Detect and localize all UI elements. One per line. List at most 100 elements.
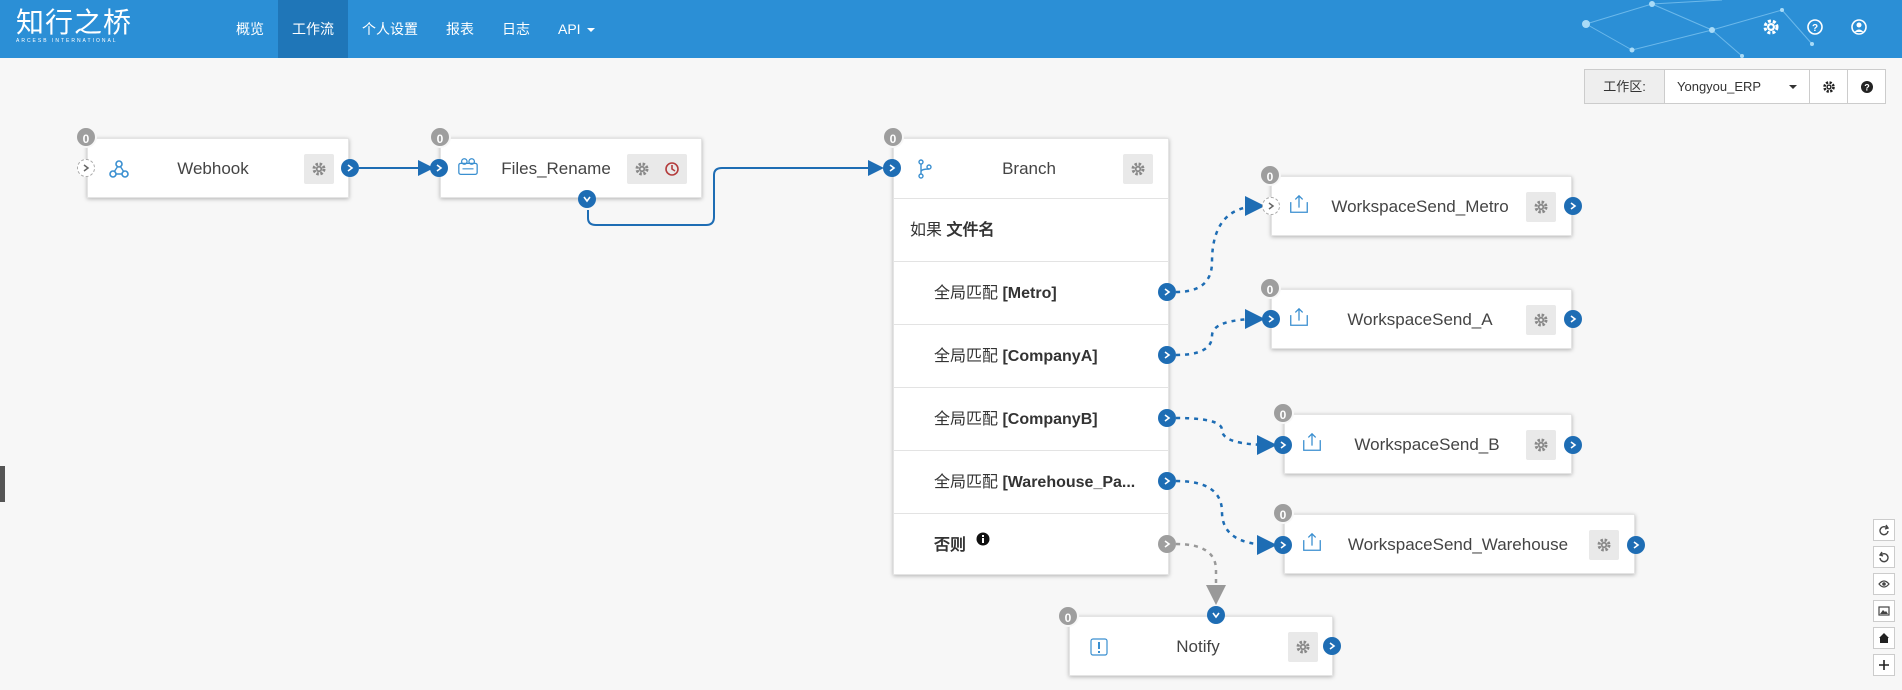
node-settings-button[interactable] xyxy=(304,154,334,184)
input-port[interactable] xyxy=(1262,310,1280,328)
gear-icon xyxy=(1131,162,1145,176)
node-title: WorkspaceSend_B xyxy=(1354,435,1500,454)
sidebar-toggle[interactable] xyxy=(0,466,5,502)
chevron-right-icon xyxy=(1164,414,1171,422)
preview-button[interactable] xyxy=(1873,573,1895,595)
output-port[interactable] xyxy=(1323,637,1341,655)
upload-icon xyxy=(1303,532,1321,551)
case-value: [CompanyA] xyxy=(1002,348,1098,365)
output-port[interactable] xyxy=(1627,536,1645,554)
node-title: WorkspaceSend_A xyxy=(1347,310,1493,329)
node-webhook[interactable]: Webhook xyxy=(87,138,349,198)
output-port-metro[interactable] xyxy=(1158,283,1176,301)
output-port[interactable] xyxy=(341,159,359,177)
input-port[interactable] xyxy=(77,159,95,177)
home-icon xyxy=(1879,633,1889,643)
clock-icon xyxy=(665,162,679,176)
node-title: WorkspaceSend_Warehouse xyxy=(1347,535,1569,554)
node-settings-button[interactable] xyxy=(1589,530,1619,560)
output-port[interactable] xyxy=(1564,197,1582,215)
chevron-right-icon xyxy=(1164,288,1171,296)
branch-case-warehouse[interactable]: 全局匹配 [Warehouse_Pa... xyxy=(894,450,1168,513)
match-label: 全局匹配 xyxy=(934,348,999,365)
gear-icon xyxy=(1534,313,1548,327)
chevron-right-icon xyxy=(1268,315,1275,323)
connection-warehouse[interactable] xyxy=(1175,479,1277,555)
node-settings-button[interactable] xyxy=(627,154,687,184)
node-title: WorkspaceSend_Metro xyxy=(1331,197,1509,216)
node-title: Files_Rename xyxy=(501,159,611,178)
node-branch[interactable]: Branch 如果 文件名 全局匹配 [Metro] 全局匹配 [Company… xyxy=(893,138,1169,575)
node-settings-button[interactable] xyxy=(1288,632,1318,662)
branch-case-companyb[interactable]: 全局匹配 [CompanyB] xyxy=(894,387,1168,450)
connection-else-notify[interactable] xyxy=(1175,542,1226,605)
input-port[interactable] xyxy=(1274,436,1292,454)
alert-icon xyxy=(1090,638,1108,656)
node-title: Webhook xyxy=(177,159,249,178)
branch-case-companya[interactable]: 全局匹配 [CompanyA] xyxy=(894,324,1168,387)
output-port[interactable] xyxy=(1564,436,1582,454)
node-badge: 0 xyxy=(1259,164,1281,186)
match-label: 全局匹配 xyxy=(934,474,999,491)
node-workspacesend-warehouse[interactable]: WorkspaceSend_Warehouse xyxy=(1284,514,1635,574)
node-badge: 0 xyxy=(1272,402,1294,424)
node-settings-button[interactable] xyxy=(1526,305,1556,335)
node-workspacesend-metro[interactable]: WorkspaceSend_Metro xyxy=(1271,176,1572,236)
gear-icon xyxy=(1534,200,1548,214)
input-port[interactable] xyxy=(883,159,901,177)
image-icon xyxy=(1878,606,1890,616)
input-port[interactable] xyxy=(1262,197,1280,215)
output-port[interactable] xyxy=(1564,310,1582,328)
upload-icon xyxy=(1303,432,1321,451)
else-label: 否则 xyxy=(934,537,967,554)
node-notify[interactable]: Notify xyxy=(1069,616,1333,676)
webhook-icon xyxy=(109,160,129,178)
node-workspacesend-a[interactable]: WorkspaceSend_A xyxy=(1271,289,1572,349)
chevron-down-icon xyxy=(583,196,591,203)
chevron-right-icon xyxy=(889,164,896,172)
node-settings-button[interactable] xyxy=(1526,192,1556,222)
connection-companyb[interactable] xyxy=(1175,416,1277,455)
node-title: Branch xyxy=(1002,159,1056,178)
redo-icon xyxy=(1879,524,1890,536)
chevron-right-icon xyxy=(1164,540,1171,548)
image-button[interactable] xyxy=(1873,600,1895,622)
home-button[interactable] xyxy=(1873,627,1895,649)
node-settings-button[interactable] xyxy=(1123,154,1153,184)
chevron-right-icon xyxy=(1570,202,1577,210)
info-icon[interactable] xyxy=(976,532,990,546)
gear-icon xyxy=(1597,538,1611,552)
node-settings-button[interactable] xyxy=(1526,430,1556,460)
node-workspacesend-b[interactable]: WorkspaceSend_B xyxy=(1284,414,1572,474)
node-badge: 0 xyxy=(429,126,451,148)
condition-prefix: 如果 xyxy=(910,222,943,239)
condition-field: 文件名 xyxy=(946,222,995,239)
output-port-companya[interactable] xyxy=(1158,346,1176,364)
redo-button[interactable] xyxy=(1873,519,1895,541)
node-badge: 0 xyxy=(1272,502,1294,524)
connection-metro[interactable] xyxy=(1175,196,1265,294)
branch-else[interactable]: 否则 xyxy=(894,513,1168,576)
output-port[interactable] xyxy=(578,190,596,208)
node-files-rename[interactable]: Files_Rename xyxy=(440,138,702,198)
undo-button[interactable] xyxy=(1873,546,1895,568)
output-port-warehouse[interactable] xyxy=(1158,472,1176,490)
chevron-right-icon xyxy=(1164,477,1171,485)
branch-icon xyxy=(918,159,932,179)
output-port-else[interactable] xyxy=(1158,535,1176,553)
node-badge: 0 xyxy=(1259,277,1281,299)
input-port[interactable] xyxy=(1207,606,1225,624)
output-port-companyb[interactable] xyxy=(1158,409,1176,427)
connection-companya[interactable] xyxy=(1175,309,1265,357)
zoom-in-button[interactable] xyxy=(1873,654,1895,676)
match-label: 全局匹配 xyxy=(934,411,999,428)
chevron-right-icon xyxy=(1268,202,1275,210)
case-value: [Warehouse_Pa... xyxy=(1002,474,1136,491)
match-label: 全局匹配 xyxy=(934,285,999,302)
chevron-down-icon xyxy=(1212,612,1220,619)
input-port[interactable] xyxy=(1274,536,1292,554)
gear-icon xyxy=(635,162,649,176)
chevron-right-icon xyxy=(1633,541,1640,549)
branch-case-metro[interactable]: 全局匹配 [Metro] xyxy=(894,261,1168,324)
input-port[interactable] xyxy=(430,159,448,177)
